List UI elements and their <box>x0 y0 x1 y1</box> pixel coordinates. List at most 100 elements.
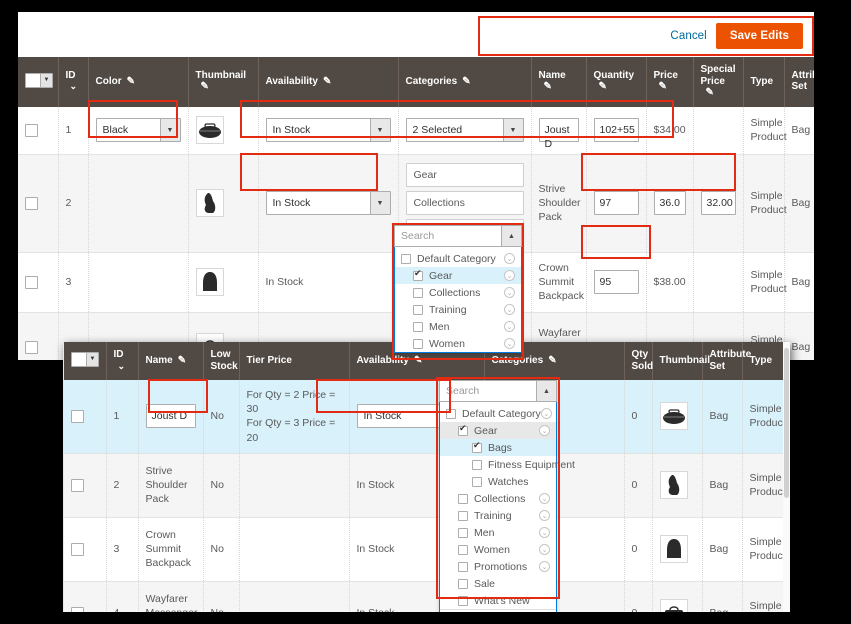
category-tree-item[interactable]: Fitness Equipment <box>440 456 575 473</box>
col-qty-sold[interactable]: Qty Sold <box>624 342 653 380</box>
expand-toggle-icon[interactable]: ⌄ <box>504 270 515 281</box>
category-tree-item[interactable]: Gear ⌄ <box>440 422 556 439</box>
pencil-icon[interactable]: ✎ <box>599 81 607 93</box>
category-tree-item[interactable]: Women ⌄ <box>440 541 556 558</box>
col-type[interactable]: Type <box>743 57 785 107</box>
quantity-input[interactable]: 97 <box>593 191 639 216</box>
category-tree-item[interactable]: Collections ⌄ <box>440 490 556 507</box>
row-checkbox-cell[interactable] <box>64 380 107 454</box>
expand-toggle-icon[interactable]: ⌄ <box>504 253 515 264</box>
col-masscheck[interactable]: ▼ <box>18 57 59 107</box>
pencil-icon[interactable]: ✎ <box>548 355 556 367</box>
checkbox-icon[interactable] <box>458 510 468 521</box>
name-input[interactable]: Joust D <box>145 404 196 429</box>
col-id[interactable]: ID⌄ <box>106 342 139 380</box>
col-categories[interactable]: Categories ✎ <box>398 57 532 107</box>
chevron-up-icon[interactable]: ▲ <box>501 226 521 246</box>
col-name[interactable]: Name✎ <box>138 342 204 380</box>
color-select[interactable]: Black ▼ <box>95 118 181 143</box>
col-quantity[interactable]: Quantity✎ <box>586 57 647 107</box>
row-checkbox[interactable] <box>25 340 38 354</box>
col-thumbnail[interactable]: Thumbnail✎ <box>188 57 259 107</box>
masscheck-dropdown[interactable]: ▼ <box>25 72 53 88</box>
expand-toggle-icon[interactable]: ⌄ <box>504 321 515 332</box>
expand-toggle-icon[interactable]: ⌄ <box>539 561 550 572</box>
table-row[interactable]: 1 Black ▼ In Stock ▼ 2 Selected ▼ Joust … <box>18 106 814 155</box>
table-row[interactable]: 1 Joust D No For Qty = 2 Price = 30 For … <box>64 380 790 454</box>
col-name[interactable]: Name✎ <box>531 57 587 107</box>
category-tree-item[interactable]: What's New <box>440 592 556 609</box>
checkbox-icon[interactable] <box>458 544 468 555</box>
category-tree-item[interactable]: Watches <box>440 473 556 490</box>
col-tier-price[interactable]: Tier Price <box>239 342 350 380</box>
checkbox-checked-icon[interactable] <box>458 424 468 436</box>
row-checkbox-cell[interactable] <box>18 252 59 313</box>
category-tree-item[interactable]: Training ⌄ <box>395 301 521 318</box>
checkbox-icon[interactable] <box>413 287 423 298</box>
table-row[interactable]: 4 Wayfarer Messenger Bag No In Stock 0 B… <box>64 581 790 612</box>
pencil-icon[interactable]: ✎ <box>659 81 667 93</box>
expand-toggle-icon[interactable]: ⌄ <box>504 304 515 315</box>
category-tree-item[interactable]: Default Category ⌄ <box>440 405 556 422</box>
row-checkbox[interactable] <box>71 478 84 492</box>
col-availability[interactable]: Availability ✎ <box>258 57 399 107</box>
checkbox-icon[interactable] <box>458 561 468 572</box>
chevron-up-icon[interactable]: ▲ <box>536 381 556 401</box>
category-search-input[interactable]: Search ▲ <box>394 225 522 247</box>
price-input[interactable]: 36.0 <box>653 191 686 216</box>
pencil-icon[interactable]: ✎ <box>201 81 209 93</box>
row-checkbox[interactable] <box>25 275 38 289</box>
col-low-stock[interactable]: Low Stock <box>203 342 240 380</box>
cell-categories[interactable]: 2 Selected ▼ <box>398 106 532 155</box>
category-tree-item[interactable]: Gear ⌄ <box>395 267 521 284</box>
masscheck-dropdown[interactable]: ▼ <box>71 351 99 367</box>
checkbox-icon[interactable] <box>458 493 468 504</box>
expand-toggle-icon[interactable]: ⌄ <box>539 493 550 504</box>
categories-select[interactable]: 2 Selected ▼ <box>405 118 524 143</box>
row-checkbox[interactable] <box>71 409 84 423</box>
col-color[interactable]: Color ✎ <box>88 57 189 107</box>
category-tree-item[interactable]: Collections ⌄ <box>395 284 521 301</box>
row-checkbox[interactable] <box>25 123 38 137</box>
expand-toggle-icon[interactable]: ⌄ <box>540 408 552 419</box>
pencil-icon[interactable]: ✎ <box>323 76 331 88</box>
col-thumbnail[interactable]: Thumbnail <box>652 342 710 380</box>
row-checkbox-cell[interactable] <box>64 453 107 518</box>
category-tree-item[interactable]: Men ⌄ <box>395 318 521 335</box>
quantity-input[interactable]: 102+55 <box>593 118 639 143</box>
expand-toggle-icon[interactable]: ⌄ <box>504 338 515 349</box>
cell-special-price[interactable]: 32.00 <box>693 154 744 253</box>
checkbox-icon[interactable] <box>446 408 456 419</box>
cell-availability[interactable]: In Stock ▼ <box>258 154 399 253</box>
row-checkbox[interactable] <box>25 196 38 210</box>
cell-name[interactable]: Joust D <box>138 380 204 454</box>
scrollbar-thumb[interactable] <box>784 348 789 498</box>
checkbox-checked-icon[interactable] <box>472 441 482 453</box>
cancel-button[interactable]: Cancel <box>661 26 715 46</box>
expand-toggle-icon[interactable]: ⌄ <box>539 544 550 555</box>
checkbox-icon[interactable] <box>458 578 468 589</box>
cell-availability[interactable]: In Stock ▼ <box>258 106 399 155</box>
checkbox-icon[interactable] <box>458 527 468 538</box>
row-checkbox-cell[interactable] <box>64 581 107 612</box>
checkbox-icon[interactable] <box>458 595 468 606</box>
table-row[interactable]: 2 Strive Shoulder Pack No In Stock 0 Bag… <box>64 453 790 518</box>
category-tree-item[interactable]: Training ⌄ <box>440 507 556 524</box>
checkbox-icon[interactable] <box>413 304 423 315</box>
row-checkbox[interactable] <box>71 542 84 556</box>
row-checkbox-cell[interactable] <box>18 106 59 155</box>
col-price[interactable]: Price✎ <box>646 57 694 107</box>
row-checkbox-cell[interactable] <box>18 312 59 360</box>
category-tag[interactable]: Collections <box>405 191 524 216</box>
category-tree-item[interactable]: Promotions ⌄ <box>440 558 556 575</box>
availability-select[interactable]: In Stock ▼ <box>265 191 391 216</box>
expand-toggle-icon[interactable]: ⌄ <box>539 425 550 436</box>
category-tree-item[interactable]: Bags <box>440 439 556 456</box>
pencil-icon[interactable]: ✎ <box>127 76 135 88</box>
availability-select[interactable]: In Stock ▼ <box>265 118 391 143</box>
row-checkbox-cell[interactable] <box>18 154 59 253</box>
category-tree-item[interactable]: Men ⌄ <box>440 524 556 541</box>
pencil-icon[interactable]: ✎ <box>414 355 422 367</box>
table-row[interactable]: 3 Crown Summit Backpack No In Stock 0 Ba… <box>64 517 790 582</box>
category-search-input[interactable]: Search ▲ <box>439 380 557 402</box>
